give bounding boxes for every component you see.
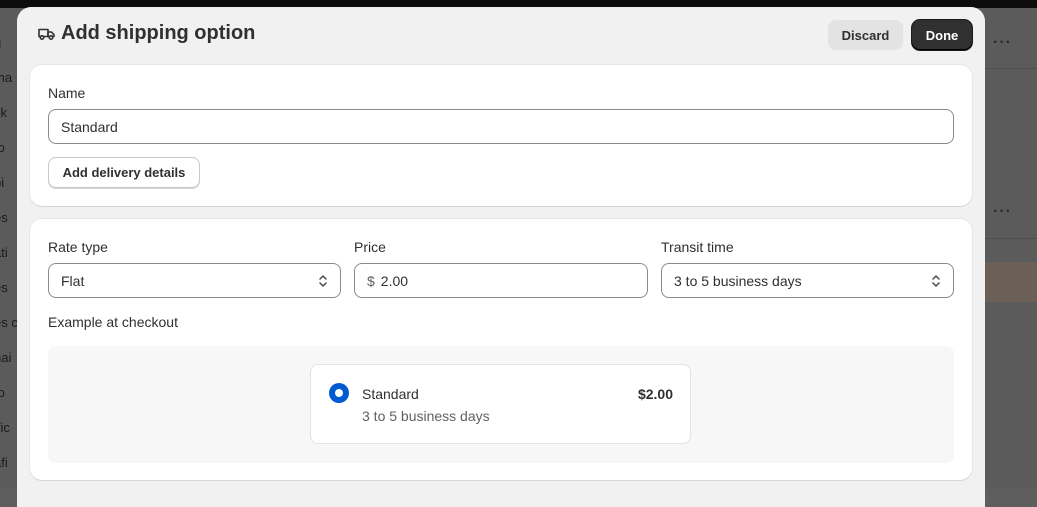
- preview-option-name: Standard: [362, 386, 419, 402]
- preview-shipping-option: Standard $2.00 3 to 5 business days: [310, 364, 691, 444]
- transit-time-select[interactable]: 3 to 5 business days: [661, 263, 954, 298]
- discard-button[interactable]: Discard: [828, 20, 903, 50]
- ellipsis-icon: ···: [993, 203, 1012, 220]
- rate-type-select[interactable]: Flat: [48, 263, 341, 298]
- radio-selected-icon: [329, 383, 349, 403]
- name-input[interactable]: Standard: [48, 109, 954, 144]
- example-at-checkout-label: Example at checkout: [48, 314, 178, 330]
- price-input[interactable]: $ 2.00: [354, 263, 648, 298]
- background-highlight: [985, 262, 1037, 302]
- preview-option-price: $2.00: [637, 386, 673, 402]
- background-divider: [985, 238, 1037, 239]
- preview-option-time: 3 to 5 business days: [362, 408, 490, 424]
- rate-card: Rate type Flat Price $ 2.00 Transit time…: [30, 219, 972, 480]
- modal-header: Add shipping option Discard Done: [17, 7, 985, 63]
- rate-type-label: Rate type: [48, 239, 108, 255]
- add-shipping-option-modal: Add shipping option Discard Done Name St…: [17, 7, 985, 507]
- rate-type-value: Flat: [61, 272, 85, 289]
- name-card: Name Standard Add delivery details: [30, 65, 972, 206]
- transit-time-label: Transit time: [661, 239, 734, 255]
- truck-icon: [37, 24, 57, 44]
- price-label: Price: [354, 239, 386, 255]
- ellipsis-icon: ···: [993, 34, 1012, 51]
- name-label: Name: [48, 85, 86, 101]
- price-value: 2.00: [380, 272, 409, 289]
- add-delivery-details-button[interactable]: Add delivery details: [48, 157, 200, 188]
- checkout-preview: Standard $2.00 3 to 5 business days: [48, 346, 954, 463]
- background-divider: [985, 68, 1037, 69]
- select-chevron-icon: [931, 273, 941, 289]
- modal-title: Add shipping option: [61, 22, 256, 44]
- select-chevron-icon: [318, 273, 328, 289]
- currency-prefix: $: [367, 272, 375, 289]
- modal-title-group: Add shipping option: [37, 22, 255, 45]
- transit-time-value: 3 to 5 business days: [674, 272, 802, 289]
- done-button[interactable]: Done: [912, 20, 972, 50]
